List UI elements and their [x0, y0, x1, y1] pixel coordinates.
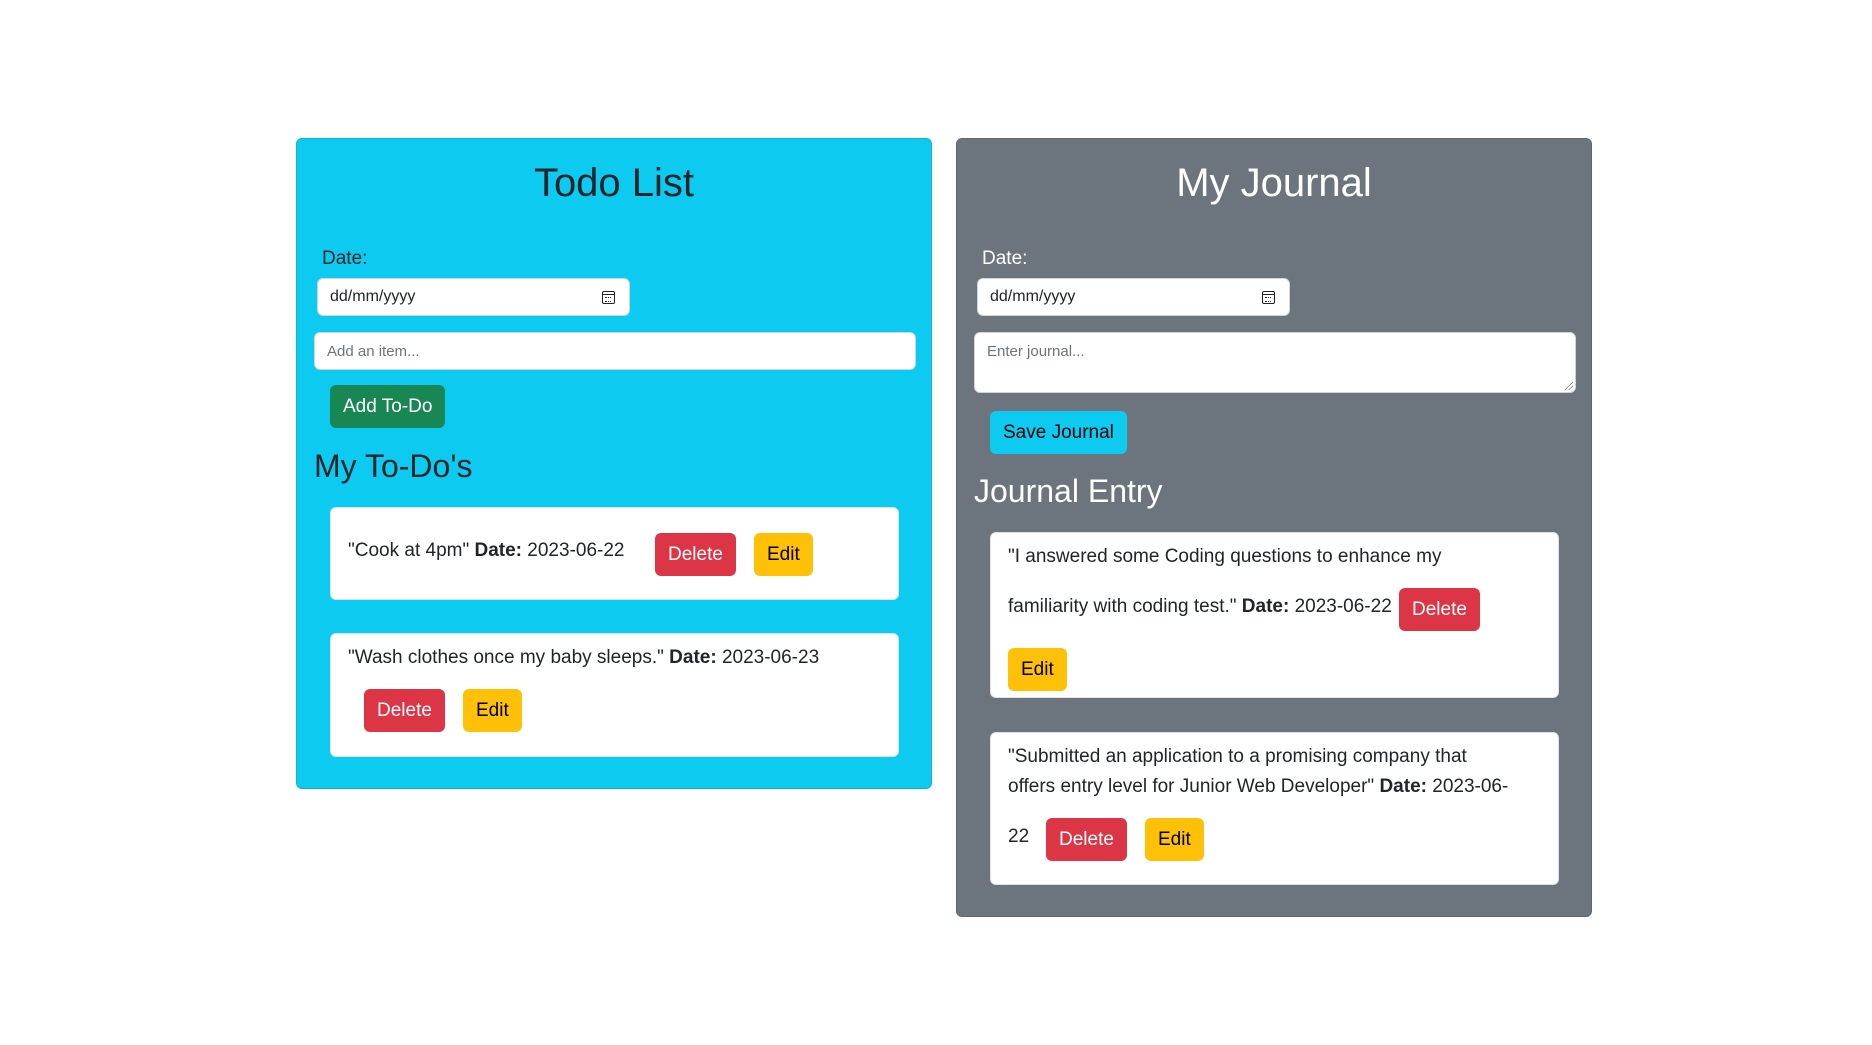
- todo-title: Todo List: [533, 161, 695, 205]
- journal-entry-text-line1: "I answered some Coding questions to enh…: [1008, 546, 1442, 567]
- todo-date-placeholder: dd/mm/yyyy: [330, 288, 416, 305]
- journal-date-placeholder: dd/mm/yyyy: [990, 288, 1076, 305]
- edit-button[interactable]: Edit: [1145, 818, 1204, 861]
- journal-entry-text-line2: offers entry level for Junior Web Develo…: [1008, 776, 1508, 798]
- todo-item: "Cook at 4pm" Date: 2023-06-22 Delete Ed…: [330, 507, 899, 600]
- journal-entry-date: 2023-06-22: [1294, 596, 1392, 617]
- todo-item-date-label: Date:: [474, 540, 523, 561]
- delete-button[interactable]: Delete: [364, 689, 445, 732]
- todo-item-date: 2023-06-22: [527, 540, 625, 561]
- journal-panel: My Journal Date: dd/mm/yyyy Enter journa…: [956, 138, 1592, 917]
- delete-button[interactable]: Delete: [655, 533, 736, 576]
- delete-button[interactable]: Delete: [1046, 818, 1127, 861]
- journal-entry-text-line1: "Submitted an application to a promising…: [1008, 746, 1467, 767]
- todo-item-text: "Wash clothes once my baby sleeps." Date…: [348, 647, 819, 669]
- resize-handle-icon[interactable]: [1565, 382, 1573, 390]
- todo-item-placeholder: Add an item...: [327, 342, 420, 360]
- journal-entry-date: 2023-06-: [1432, 776, 1509, 797]
- save-journal-button[interactable]: Save Journal: [990, 411, 1127, 454]
- journal-entry-date-label: Date:: [1241, 596, 1290, 617]
- todo-date-input[interactable]: dd/mm/yyyy: [317, 278, 630, 316]
- journal-title: My Journal: [1176, 161, 1372, 205]
- journal-date-label: Date:: [982, 248, 1028, 269]
- journal-entry-date-continued: 22: [1008, 826, 1030, 847]
- todo-item-title: "Wash clothes once my baby sleeps.": [348, 647, 664, 668]
- calendar-icon[interactable]: [1262, 290, 1275, 304]
- edit-button[interactable]: Edit: [754, 533, 813, 576]
- journal-entry-text-line2: familiarity with coding test." Date: 202…: [1008, 596, 1392, 618]
- journal-entry: "Submitted an application to a promising…: [990, 732, 1559, 885]
- delete-button[interactable]: Delete: [1399, 588, 1480, 631]
- todo-item: "Wash clothes once my baby sleeps." Date…: [330, 633, 899, 757]
- journal-entry-placeholder: Enter journal...: [987, 343, 1085, 360]
- todo-date-label: Date:: [322, 248, 368, 269]
- todo-item-date-label: Date:: [669, 647, 717, 668]
- add-todo-button[interactable]: Add To-Do: [330, 385, 446, 428]
- todo-panel: Todo List Date: dd/mm/yyyy Add an item..…: [296, 138, 932, 789]
- journal-entry-date-label: Date:: [1379, 776, 1427, 797]
- todo-list-heading: My To-Do's: [314, 448, 473, 484]
- todo-item-input[interactable]: Add an item...: [314, 332, 916, 370]
- journal-entry: "I answered some Coding questions to enh…: [990, 532, 1559, 698]
- journal-date-input[interactable]: dd/mm/yyyy: [977, 278, 1290, 316]
- journal-entry-textarea[interactable]: Enter journal...: [974, 332, 1576, 393]
- todo-item-date: 2023-06-23: [721, 647, 820, 668]
- journal-entry-text: offers entry level for Junior Web Develo…: [1008, 776, 1375, 797]
- todo-item-text: "Cook at 4pm" Date: 2023-06-22: [348, 540, 625, 562]
- edit-button[interactable]: Edit: [463, 689, 522, 732]
- calendar-icon[interactable]: [602, 290, 615, 304]
- journal-entry-text: familiarity with coding test.": [1008, 596, 1237, 617]
- edit-button[interactable]: Edit: [1008, 648, 1067, 691]
- journal-list-heading: Journal Entry: [974, 473, 1163, 509]
- page: Todo List Date: dd/mm/yyyy Add an item..…: [0, 0, 1872, 1045]
- todo-item-title: "Cook at 4pm": [348, 540, 470, 561]
